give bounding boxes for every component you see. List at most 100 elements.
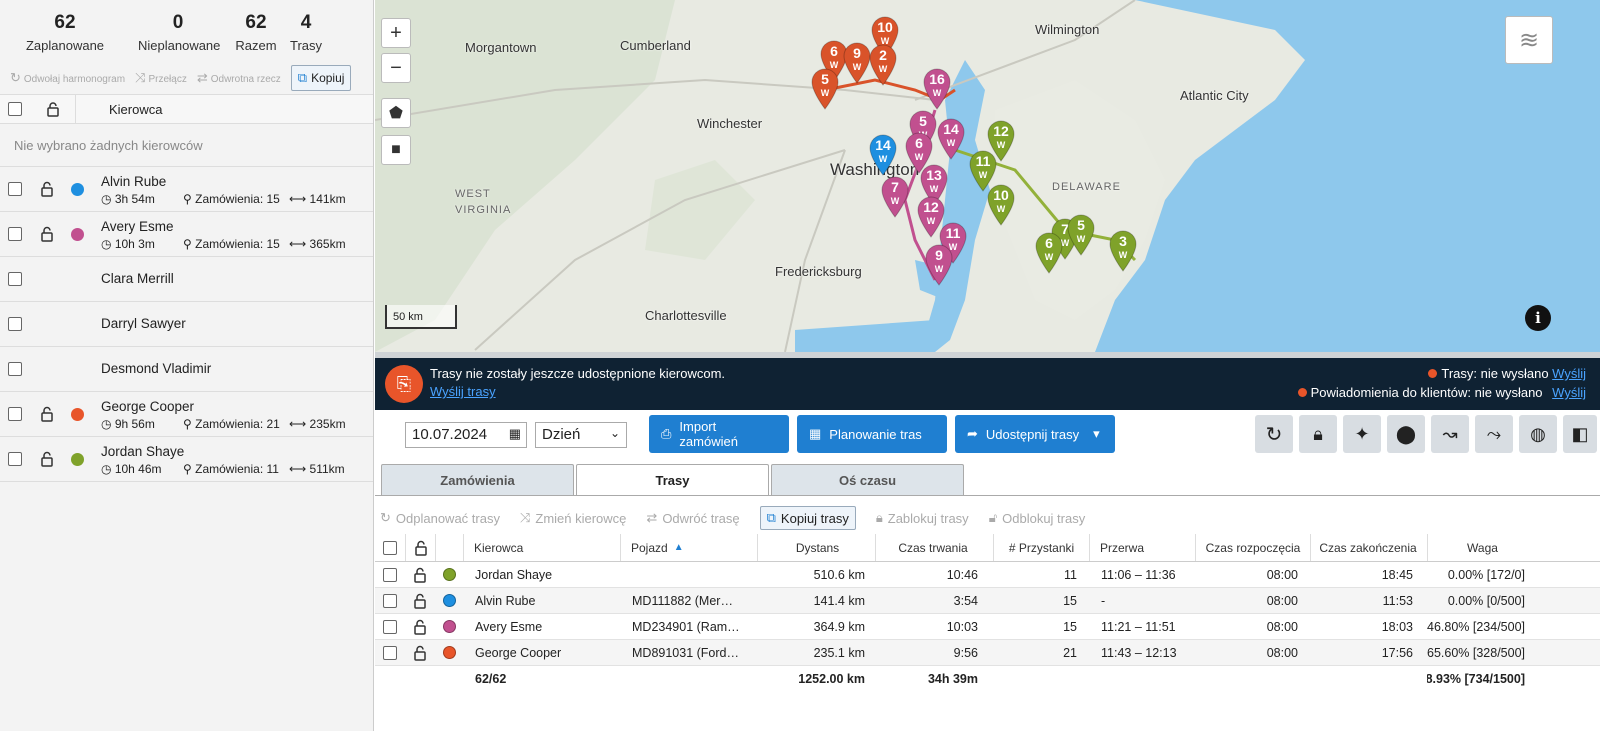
unplan-routes-button[interactable]: ↻ Odplanować trasy [380,510,500,526]
lock-button[interactable]: 🔒︎ [1299,415,1337,453]
column-header[interactable]: Waga [1427,534,1537,561]
tab-orders[interactable]: Zamówienia [381,464,574,495]
route-stop-pin[interactable]: 5W [1067,214,1095,256]
tab-routes[interactable]: Trasy [576,464,769,496]
row-checkbox[interactable] [383,645,397,660]
column-header[interactable]: Czas zakończenia [1310,534,1425,561]
reverse-button[interactable]: ⇄ Odwrotna rzecz [197,70,281,86]
table-row[interactable]: George Cooper MD891031 (Ford… 235.1 km 9:56… [375,640,1600,666]
change-driver-button[interactable]: ⤨ Zmień kierowcę [520,510,626,526]
share-routes-button[interactable]: ➦ Udostępnij trasy ▾ [955,415,1115,453]
column-header[interactable]: Pojazd ▲ [620,534,755,561]
zoom-out-button[interactable]: − [381,53,411,83]
refresh-button[interactable]: ↻ [1255,415,1293,453]
route-stop-pin[interactable]: 14 W [937,118,965,160]
period-select[interactable]: Dzień ⌄ [535,422,627,448]
route-stop-pin[interactable]: 9W [925,244,953,286]
date-input[interactable]: 10.07.2024 ▦ [405,422,527,448]
lock-icon[interactable] [405,534,435,561]
lock-icon[interactable] [39,181,55,197]
send-routes-link[interactable]: Wyślij trasy [430,384,496,399]
column-header[interactable]: Czas rozpoczęcia [1195,534,1310,561]
driver-checkbox[interactable] [8,272,22,286]
driver-checkbox[interactable] [8,227,22,241]
route-stop-pin[interactable]: 14 W [869,134,897,176]
driver-checkbox[interactable] [8,362,22,376]
route-path-button[interactable]: ↝ [1431,415,1469,453]
switch-button[interactable]: ⤨ Przełącz [135,70,187,86]
lock-icon[interactable] [405,614,435,639]
lock-icon[interactable] [405,640,435,665]
layers-button[interactable]: ≋ [1505,16,1553,64]
unschedule-button[interactable]: ↻ Odwołaj harmonogram [10,70,125,86]
driver-checkbox[interactable] [8,407,22,421]
globe-button[interactable]: ◍ [1519,415,1557,453]
cell-start: 08:00 [1266,593,1298,608]
lock-icon[interactable] [405,588,435,613]
route-stop-pin[interactable]: 2W [869,44,897,86]
lock-icon[interactable] [39,226,55,242]
distance: ⟷ 511km [289,462,345,476]
driver-meta: ◷ 9h 56m ⚲ Zamówienia: 21 ⟷ 235km [101,417,346,431]
route-stop-pin[interactable]: 5W [811,68,839,110]
lock-icon[interactable] [405,562,435,587]
calendar-icon[interactable]: ▦ [509,426,521,442]
sidebar-toggle-button[interactable]: ◧ [1563,415,1597,453]
lock-routes-button[interactable]: 🔒︎ Zablokuj trasy [876,510,969,526]
route-stop-pin[interactable]: 3W [1109,230,1137,272]
route-stop-pin[interactable]: 10 W [987,184,1015,226]
unlock-routes-button[interactable]: 🔓︎ Odblokuj trasy [989,510,1086,526]
reverse-route-button[interactable]: ⇄ Odwróć trasę [646,510,739,526]
driver-checkbox[interactable] [8,452,22,466]
table-row[interactable]: Avery Esme MD234901 (Ram… 364.9 km 10:03 15 1… [375,614,1600,640]
driver-row[interactable]: Desmond Vladimir [0,347,373,392]
column-header[interactable]: Dystans [757,534,877,561]
left-panel: 62 Zaplanowane 0 Nieplanowane 62 Razem 4 Tra… [0,0,374,731]
table-row[interactable]: Jordan Shaye 510.6 km 10:46 11 11:06 – 11:36… [375,562,1600,588]
import-orders-button[interactable]: ⎙ Import zamówień [649,415,789,453]
column-header[interactable]: # Przystanki [993,534,1089,561]
route-stop-pin[interactable]: 16 W [923,68,951,110]
location-button[interactable]: ⬤ [1387,415,1425,453]
zoom-in-button[interactable]: + [381,18,411,48]
lock-icon[interactable] [39,406,55,422]
lock-icon[interactable] [39,451,55,467]
pin-sublabel: W [996,140,1006,150]
select-all-routes-checkbox[interactable] [383,540,397,555]
copy-icon: ⧉ [297,70,308,85]
driver-row[interactable]: Jordan Shaye ◷ 10h 46m ⚲ Zamówienia: 11 ⟷ 5… [0,437,373,482]
column-header[interactable]: Czas trwania [875,534,990,561]
pin-sublabel: W [978,170,988,180]
tab-timeline[interactable]: Oś czasu [771,464,964,495]
send-routes-status-link[interactable]: Wyślij [1552,366,1586,381]
feedback-button[interactable]: ✦ [1343,415,1381,453]
route-stop-pin[interactable]: 6W [1035,232,1063,274]
driver-checkbox[interactable] [8,317,22,331]
column-header[interactable]: Przerwa [1089,534,1189,561]
send-notifications-link[interactable]: Wyślij [1552,385,1586,400]
info-icon[interactable]: i [1525,305,1551,331]
driver-row[interactable]: Darryl Sawyer [0,302,373,347]
route-planning-button[interactable]: ▦ Planowanie tras [797,415,947,453]
copy-routes-button[interactable]: ⧉ Kopiuj trasy [759,506,856,530]
row-checkbox[interactable] [383,593,397,608]
driver-row[interactable]: George Cooper ◷ 9h 56m ⚲ Zamówienia: 21 ⟷ 2… [0,392,373,437]
route-split-button[interactable]: ⤳ [1475,415,1513,453]
row-checkbox[interactable] [383,567,397,582]
column-header[interactable]: Kierowca [463,534,623,561]
rectangle-draw-button[interactable]: ■ [381,135,411,165]
select-all-checkbox[interactable] [8,102,22,116]
driver-row[interactable]: Alvin Rube ◷ 3h 54m ⚲ Zamówienia: 15 ⟷ 141k… [0,167,373,212]
driver-checkbox[interactable] [8,182,22,196]
map[interactable]: Morgantown Cumberland Wilmington Atlantic C… [375,0,1600,352]
driver-row[interactable]: Clara Merrill [0,257,373,302]
route-stop-pin[interactable]: 9W [843,42,871,84]
copy-button[interactable]: ⧉ Kopiuj [290,65,352,91]
table-row[interactable]: Alvin Rube MD111882 (Mer… 141.4 km 3:54 15 - 0… [375,588,1600,614]
calendar-icon: ▦ [809,426,822,441]
driver-row[interactable]: Avery Esme ◷ 10h 3m ⚲ Zamówienia: 15 ⟷ 365k… [0,212,373,257]
lock-icon[interactable] [45,101,61,117]
polygon-draw-button[interactable]: ⬟ [381,98,411,128]
row-checkbox[interactable] [383,619,397,634]
route-stop-pin[interactable]: 7W [881,176,909,218]
